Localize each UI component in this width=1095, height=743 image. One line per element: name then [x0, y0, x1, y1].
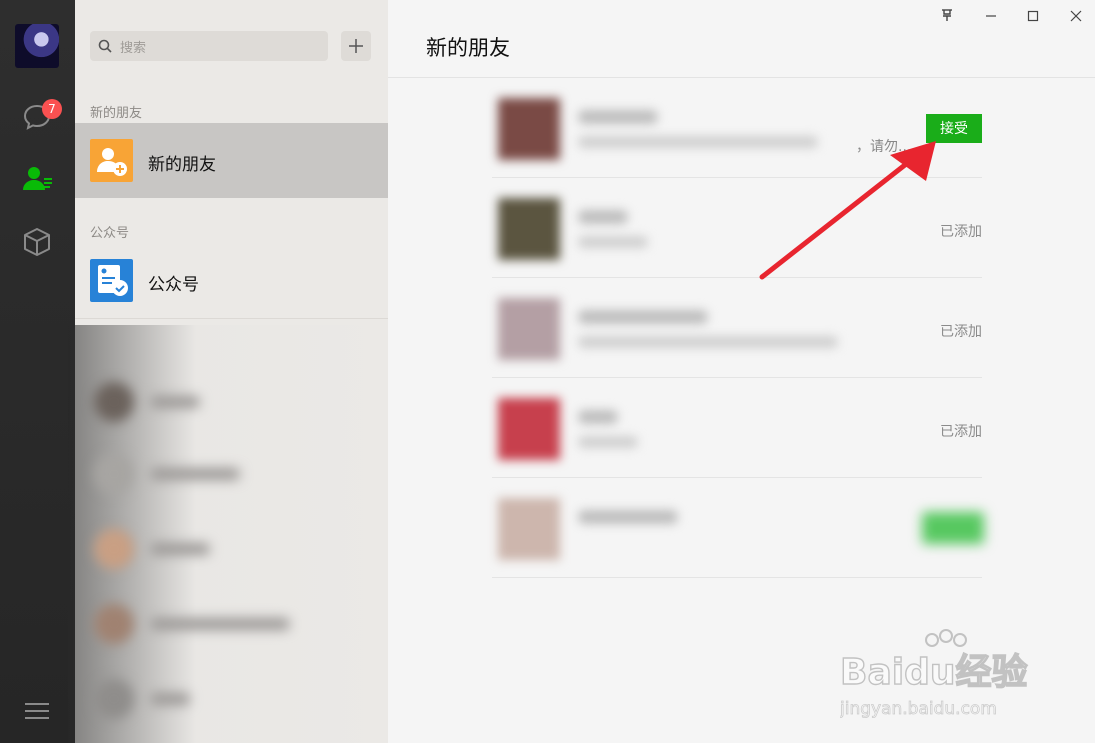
annotation-arrow-icon: [759, 141, 936, 280]
avatar: [498, 498, 560, 560]
close-icon[interactable]: [1066, 8, 1086, 28]
request-name-blurred: [578, 210, 628, 224]
section-title-new-friends: 新的朋友: [90, 106, 143, 121]
added-status: 已添加: [940, 324, 982, 340]
request-message-blurred: [578, 236, 648, 248]
contact-item-blurred[interactable]: [88, 450, 378, 500]
search-icon: [98, 39, 112, 53]
contacts-icon[interactable]: [18, 160, 56, 198]
contact-item-blurred[interactable]: [88, 378, 378, 428]
maximize-icon[interactable]: [1023, 8, 1043, 28]
contact-item-blurred[interactable]: [88, 525, 378, 575]
added-status: 已添加: [940, 424, 982, 440]
request-name-blurred: [578, 110, 658, 124]
official-account-icon: [90, 259, 133, 302]
section-title-official: 公众号: [90, 226, 130, 241]
page-title: 新的朋友: [426, 36, 510, 60]
request-name-blurred: [578, 510, 678, 524]
contact-item-blurred[interactable]: [88, 675, 378, 725]
new-friend-icon: [90, 139, 133, 182]
add-contact-button[interactable]: [341, 31, 371, 61]
contact-item-blurred[interactable]: [88, 600, 378, 650]
pin-icon[interactable]: [937, 8, 957, 28]
friend-request-row: 已添加: [492, 378, 982, 478]
watermark-logo: Baidu经验: [840, 652, 1027, 693]
user-avatar[interactable]: [15, 24, 59, 68]
request-message-blurred: [578, 436, 638, 448]
baidu-watermark: Baidu经验 jingyan.baidu.com: [839, 622, 1040, 722]
watermark-url: jingyan.baidu.com: [840, 699, 997, 719]
avatar: [498, 198, 560, 260]
friend-request-row: [492, 478, 982, 578]
menu-icon[interactable]: [18, 692, 56, 730]
request-name-blurred: [578, 410, 618, 424]
plus-icon: [349, 39, 363, 53]
unread-badge: 7: [42, 99, 62, 119]
divider: [75, 318, 388, 319]
avatar: [498, 298, 560, 360]
contact-label-new-friends: 新的朋友: [148, 155, 216, 175]
avatar: [498, 398, 560, 460]
request-message-blurred: [578, 336, 838, 348]
search-placeholder: 搜索: [120, 41, 147, 56]
minimize-icon[interactable]: [981, 8, 1001, 28]
avatar: [498, 98, 560, 160]
friend-request-row: 已添加: [492, 278, 982, 378]
contact-label-official-accounts: 公众号: [148, 275, 199, 295]
box-icon[interactable]: [18, 223, 56, 261]
request-name-blurred: [578, 310, 708, 324]
accept-button-blurred[interactable]: [922, 512, 984, 544]
